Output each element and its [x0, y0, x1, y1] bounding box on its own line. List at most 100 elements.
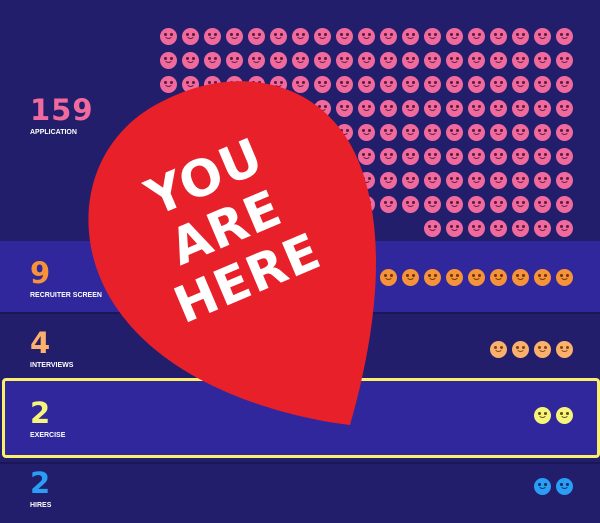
smiley-face-icon: [556, 341, 573, 358]
smiley-face-icon: [270, 172, 287, 189]
smiley-face-icon: [402, 269, 419, 286]
smiley-face-icon: [226, 28, 243, 45]
smiley-face-icon: [490, 172, 507, 189]
smiley-face-icon: [556, 52, 573, 69]
smiley-face-icon: [534, 28, 551, 45]
smiley-face-icon: [446, 100, 463, 117]
smiley-face-icon: [336, 100, 353, 117]
smiley-face-icon: [314, 148, 331, 165]
smiley-face-icon: [270, 196, 287, 213]
smiley-face-icon: [402, 28, 419, 45]
smiley-face-icon: [490, 220, 507, 237]
smiley-face-icon: [182, 196, 199, 213]
smiley-face-icon: [380, 76, 397, 93]
smiley-face-icon: [556, 28, 573, 45]
stage-count: 2: [30, 396, 52, 430]
smiley-face-icon: [424, 269, 441, 286]
stage-count: 159: [30, 93, 94, 127]
smiley-face-icon: [160, 28, 177, 45]
smiley-face-icon: [292, 100, 309, 117]
smiley-face-icon: [556, 407, 573, 424]
smiley-face-icon: [160, 52, 177, 69]
smiley-face-icon: [182, 52, 199, 69]
smiley-face-icon: [446, 172, 463, 189]
smiley-face-icon: [402, 148, 419, 165]
smiley-face-icon: [226, 100, 243, 117]
smiley-face-icon: [512, 76, 529, 93]
smiley-face-icon: [248, 172, 265, 189]
smiley-face-icon: [402, 76, 419, 93]
stage-application: 159 APPLICATION: [30, 95, 94, 137]
smiley-face-icon: [402, 172, 419, 189]
smiley-face-icon: [556, 478, 573, 495]
smiley-face-icon: [468, 28, 485, 45]
smiley-face-icon: [292, 124, 309, 141]
smiley-face-icon: [358, 52, 375, 69]
smiley-face-icon: [380, 172, 397, 189]
smiley-face-icon: [204, 172, 221, 189]
smiley-face-icon: [182, 100, 199, 117]
smiley-face-icon: [424, 148, 441, 165]
smiley-face-icon: [534, 76, 551, 93]
smiley-face-icon: [270, 28, 287, 45]
smiley-face-icon: [292, 52, 309, 69]
smiley-face-icon: [204, 52, 221, 69]
smiley-face-icon: [402, 124, 419, 141]
smiley-face-icon: [446, 124, 463, 141]
smiley-face-icon: [424, 52, 441, 69]
smiley-face-icon: [204, 76, 221, 93]
smiley-face-icon: [314, 172, 331, 189]
smiley-face-icon: [424, 28, 441, 45]
smiley-face-icon: [446, 76, 463, 93]
smiley-face-icon: [380, 52, 397, 69]
smiley-face-icon: [446, 196, 463, 213]
smiley-face-icon: [490, 269, 507, 286]
smiley-face-icon: [292, 172, 309, 189]
stage-label: HIRES: [30, 502, 52, 509]
smiley-face-icon: [270, 76, 287, 93]
row-divider: [0, 462, 600, 464]
smiley-face-icon: [226, 124, 243, 141]
smiley-face-icon: [534, 220, 551, 237]
smiley-face-icon: [468, 220, 485, 237]
smiley-face-icon: [490, 196, 507, 213]
stage-count: 2: [30, 466, 52, 500]
smiley-face-icon: [248, 52, 265, 69]
smiley-face-icon: [182, 172, 199, 189]
smiley-face-icon: [490, 341, 507, 358]
smiley-face-icon: [512, 100, 529, 117]
smiley-face-icon: [556, 124, 573, 141]
smiley-face-icon: [204, 28, 221, 45]
smiley-face-icon: [336, 172, 353, 189]
smiley-face-icon: [424, 76, 441, 93]
smiley-face-icon: [490, 100, 507, 117]
smiley-face-icon: [248, 148, 265, 165]
stage-count: 4: [30, 326, 52, 360]
smiley-face-icon: [336, 196, 353, 213]
smiley-face-icon: [204, 196, 221, 213]
smiley-face-icon: [512, 269, 529, 286]
smiley-face-icon: [446, 52, 463, 69]
smiley-face-icon: [490, 76, 507, 93]
stage-count: 9: [30, 256, 52, 290]
smiley-face-icon: [512, 172, 529, 189]
smiley-face-icon: [358, 196, 375, 213]
smiley-face-icon: [314, 124, 331, 141]
smiley-face-icon: [424, 220, 441, 237]
stage-exercise: 2 EXERCISE: [30, 398, 65, 440]
smiley-face-icon: [490, 148, 507, 165]
smiley-face-icon: [512, 341, 529, 358]
smiley-face-icon: [358, 124, 375, 141]
smiley-face-icon: [490, 28, 507, 45]
stage-label: APPLICATION: [30, 129, 77, 136]
smiley-face-icon: [314, 76, 331, 93]
smiley-face-icon: [556, 76, 573, 93]
smiley-face-icon: [512, 28, 529, 45]
smiley-face-icon: [556, 220, 573, 237]
smiley-face-icon: [446, 269, 463, 286]
smiley-face-icon: [468, 100, 485, 117]
smiley-face-icon: [336, 124, 353, 141]
smiley-face-icon: [292, 148, 309, 165]
smiley-face-icon: [226, 76, 243, 93]
smiley-face-icon: [204, 124, 221, 141]
